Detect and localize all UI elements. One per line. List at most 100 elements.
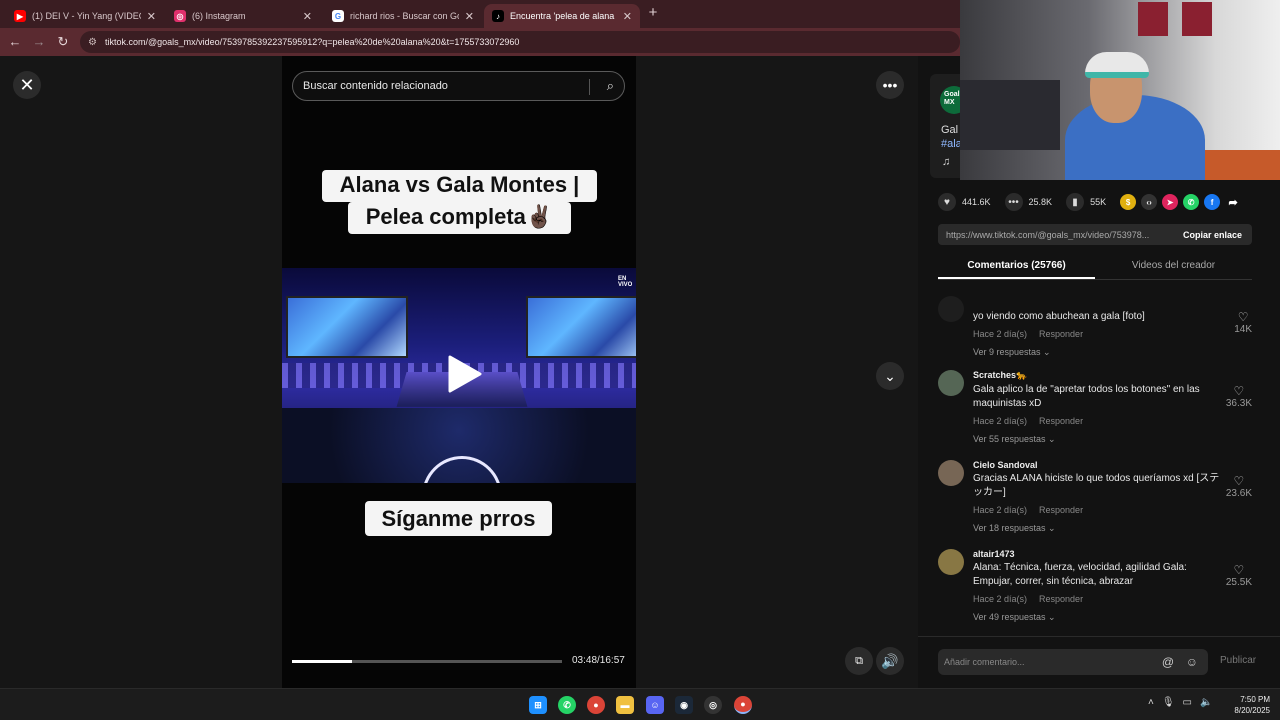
heart-icon: ♥ — [938, 193, 956, 211]
reply-link[interactable]: Responder — [1039, 329, 1083, 339]
heart-icon: ♡ — [1233, 474, 1245, 488]
comment-like-count: 23.6K — [1225, 488, 1252, 499]
play-icon[interactable] — [444, 354, 484, 394]
more-options-icon[interactable]: ••• — [876, 71, 904, 99]
close-tab-icon[interactable]: ✕ — [465, 10, 474, 23]
avatar[interactable] — [938, 370, 964, 396]
discord-icon[interactable]: ☺ — [646, 696, 664, 714]
view-replies-link[interactable]: Ver 49 respuestas ⌄ — [973, 612, 1223, 623]
whatsapp-icon[interactable]: ✆ — [1183, 194, 1200, 210]
search-icon[interactable]: ⌕ — [607, 78, 614, 94]
comment-text: Alana: Técnica, fuerza, velocidad, agili… — [973, 562, 1187, 587]
comment-like[interactable]: ♡ 25.5K — [1226, 563, 1252, 588]
heart-icon: ♡ — [1237, 310, 1249, 324]
save-button[interactable]: ▮ 55K — [1066, 193, 1106, 211]
browser-tab[interactable]: ▶ (1) DEI V - Yin Yang (VIDEO OFICI... ✕ — [6, 4, 164, 28]
mention-icon[interactable]: @ — [1162, 655, 1174, 669]
heart-icon: ♡ — [1233, 384, 1245, 398]
bookmark-icon: ▮ — [1066, 193, 1085, 211]
chrome-icon[interactable]: ● — [587, 696, 605, 714]
address-bar[interactable]: ⚙ tiktok.com/@goals_mx/video/75397853922… — [80, 31, 960, 53]
obs-icon[interactable]: ◎ — [704, 696, 722, 714]
publish-button[interactable]: Publicar — [1220, 655, 1256, 666]
view-replies-link[interactable]: Ver 55 respuestas ⌄ — [973, 434, 1223, 445]
music-icon[interactable]: ♫ — [942, 156, 950, 168]
view-replies-link[interactable]: Ver 9 respuestas ⌄ — [973, 347, 1223, 358]
comment-author[interactable]: Scratches🐆 — [973, 370, 1223, 381]
google-icon: G — [332, 10, 344, 22]
close-tab-icon[interactable]: ✕ — [623, 10, 632, 23]
webcam-overlay — [960, 0, 1280, 180]
view-replies-link[interactable]: Ver 18 respuestas ⌄ — [973, 523, 1223, 534]
avatar[interactable] — [938, 460, 964, 486]
close-icon[interactable]: ✕ — [13, 71, 41, 99]
network-icon[interactable]: ▭ — [1183, 697, 1192, 708]
site-info-icon[interactable]: ⚙ — [88, 37, 97, 48]
steam-icon[interactable]: ◉ — [675, 696, 693, 714]
related-search-input[interactable]: Buscar contenido relacionado ⌕ — [292, 71, 625, 101]
author-avatar[interactable]: Goal MX — [940, 86, 960, 114]
share-link-text[interactable]: https://www.tiktok.com/@goals_mx/video/7… — [938, 230, 1173, 240]
share-link-box: https://www.tiktok.com/@goals_mx/video/7… — [938, 224, 1252, 245]
comment-time: Hace 2 día(s) — [973, 594, 1028, 604]
comment-placeholder: Añadir comentario... — [944, 657, 1025, 667]
emoji-icon[interactable]: ☺ — [1186, 655, 1198, 669]
windows-start-icon[interactable]: ⊞ — [529, 696, 547, 714]
back-icon[interactable]: ← — [6, 33, 24, 51]
new-tab-button[interactable]: + — [644, 4, 662, 22]
send-icon[interactable]: ➤ — [1162, 194, 1179, 210]
comment-icon: ••• — [1004, 193, 1023, 211]
tab-creator-videos[interactable]: Videos del creador — [1095, 254, 1252, 279]
close-tab-icon[interactable]: ✕ — [303, 10, 312, 23]
embed-icon[interactable]: ‹› — [1141, 194, 1158, 210]
pip-icon[interactable]: ⧉ — [845, 647, 873, 675]
reply-link[interactable]: Responder — [1039, 505, 1083, 515]
action-bar: ♥ 441.6K ••• 25.8K ▮ 55K $ ‹› ➤ ✆ f ➦ — [938, 192, 1258, 212]
comment-author[interactable]: Cielo Sandoval — [973, 460, 1223, 470]
avatar[interactable] — [938, 549, 964, 575]
avatar[interactable] — [938, 296, 964, 322]
live-badge: EN VIVO — [618, 276, 633, 288]
forward-icon[interactable]: → — [30, 33, 48, 51]
microphone-icon[interactable]: 🎙 — [1162, 697, 1175, 708]
author-card[interactable]: Goal MX Gal #ala ♫ — [930, 74, 960, 178]
close-tab-icon[interactable]: ✕ — [147, 10, 156, 23]
comment-author[interactable]: altair1473 — [973, 549, 1223, 559]
tab-comments[interactable]: Comentarios (25766) — [938, 254, 1095, 279]
coin-icon[interactable]: $ — [1120, 194, 1137, 210]
facebook-icon[interactable]: f — [1204, 194, 1221, 210]
hashtag-link[interactable]: #ala — [941, 138, 960, 150]
whatsapp-icon[interactable]: ✆ — [558, 696, 576, 714]
arena-screen — [286, 296, 408, 358]
tray-chevron-icon[interactable]: ˄ — [1148, 697, 1154, 708]
speaker-icon[interactable]: 🔈 — [1200, 697, 1212, 708]
panel-tabs: Comentarios (25766) Videos del creador — [938, 254, 1252, 280]
next-video-icon[interactable]: ⌄ — [876, 362, 904, 390]
progress-bar-fill — [292, 660, 352, 663]
comment-like[interactable]: ♡ 14K — [1234, 310, 1252, 335]
tab-title: (6) Instagram — [192, 11, 246, 21]
reload-icon[interactable]: ↻ — [54, 33, 72, 51]
save-count: 55K — [1090, 197, 1107, 207]
comment-time: Hace 2 día(s) — [973, 329, 1028, 339]
share-icon[interactable]: ➦ — [1225, 194, 1241, 210]
chrome-active-icon[interactable]: ● — [734, 696, 752, 714]
like-button[interactable]: ♥ 441.6K — [938, 193, 991, 211]
url-text: tiktok.com/@goals_mx/video/7539785392237… — [104, 37, 520, 47]
comment-like[interactable]: ♡ 23.6K — [1226, 474, 1252, 499]
browser-tab-active[interactable]: ♪ Encuentra 'pelea de alana ' en T... ✕ — [484, 4, 640, 28]
folder-icon[interactable]: ▬ — [616, 696, 634, 714]
browser-tab[interactable]: G richard rios - Buscar con Google ✕ — [324, 4, 482, 28]
browser-tab[interactable]: ◎ (6) Instagram ✕ — [166, 4, 320, 28]
comment-like[interactable]: ♡ 36.3K — [1226, 384, 1252, 409]
webcam-poster — [1182, 2, 1212, 36]
copy-link-button[interactable]: Copiar enlace — [1173, 230, 1252, 240]
reply-link[interactable]: Responder — [1039, 416, 1083, 426]
system-clock[interactable]: 7:50 PM 8/20/2025 — [1222, 694, 1270, 716]
comment-button[interactable]: ••• 25.8K — [1004, 193, 1052, 211]
reply-link[interactable]: Responder — [1039, 594, 1083, 604]
comment-input[interactable]: Añadir comentario... @ ☺ — [938, 649, 1208, 675]
comment-like-count: 25.5K — [1225, 577, 1252, 588]
comment-like-count: 36.3K — [1225, 398, 1252, 409]
volume-icon[interactable]: 🔊 — [876, 647, 904, 675]
